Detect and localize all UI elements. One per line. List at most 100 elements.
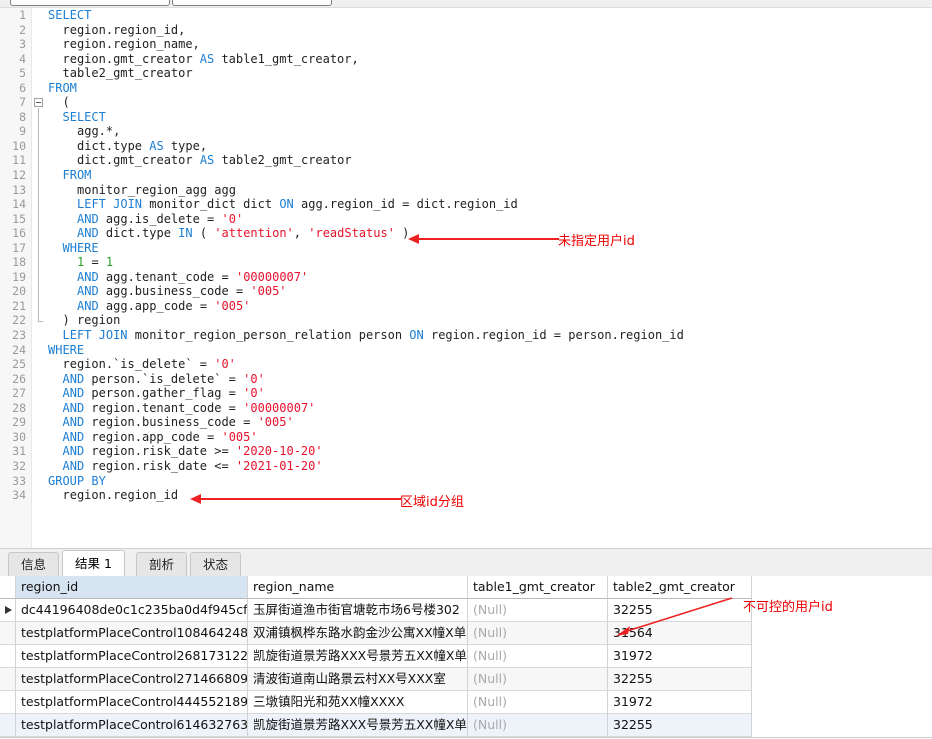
cell-table2_gmt_creator[interactable]: 32255: [608, 714, 752, 737]
code-token: SELECT: [62, 109, 106, 124]
code-token: AND: [62, 371, 85, 386]
line-number: 28: [12, 400, 26, 415]
code-line[interactable]: 29 AND region.business_code = '005': [0, 415, 932, 430]
code-token: agg.is_delete =: [98, 211, 222, 226]
code-line[interactable]: 1 SELECT: [0, 8, 932, 23]
cell-region_name[interactable]: 清波街道南山路景云村XX号XXX室: [248, 668, 468, 691]
tab-info[interactable]: 信息: [8, 552, 60, 577]
code-line[interactable]: 3 region.region_name,: [0, 37, 932, 52]
code-line[interactable]: 22) region: [0, 313, 932, 328]
row-marker[interactable]: [0, 622, 16, 645]
cell-region_name[interactable]: 三墩镇阳光和苑XX幢XXXX: [248, 691, 468, 714]
row-marker[interactable]: [0, 645, 16, 668]
cell-table1_gmt_creator[interactable]: (Null): [468, 668, 608, 691]
code-token: 'readStatus': [308, 226, 395, 241]
sql-editor[interactable]: 1 SELECT 2 region.region_id, 3 region.region_…: [0, 8, 932, 548]
line-number: 17: [12, 240, 26, 255]
code-line[interactable]: 18 1 = 1: [0, 255, 932, 270]
sql-code[interactable]: 1 SELECT 2 region.region_id, 3 region.region_…: [0, 8, 932, 503]
result-grid[interactable]: region_id region_name table1_gmt_creator ta…: [0, 576, 932, 739]
row-marker[interactable]: [0, 668, 16, 691]
code-line[interactable]: 12 FROM: [0, 168, 932, 183]
table-row[interactable]: testplatformPlaceControl444552189 三墩镇阳光和苑…: [0, 691, 752, 714]
row-marker[interactable]: [0, 714, 16, 737]
code-token: region.tenant_code =: [84, 400, 244, 415]
code-line-text: FROM: [48, 81, 77, 96]
cell-region_id[interactable]: testplatformPlaceControl444552189: [16, 691, 248, 714]
row-marker[interactable]: [0, 691, 16, 714]
column-header-region_id[interactable]: region_id: [16, 576, 248, 599]
table-row[interactable]: testplatformPlaceControl268173122 凯旋街道景芳路…: [0, 645, 752, 668]
code-token: WHERE: [48, 342, 85, 357]
tab-profile[interactable]: 剖析: [136, 552, 188, 577]
table-row[interactable]: testplatformPlaceControl271466809 清波街道南山路…: [0, 668, 752, 691]
code-token: monitor_dict dict: [142, 197, 280, 212]
cell-region_name[interactable]: 凯旋街道景芳路XXX号景芳五XX幢X单元: [248, 714, 468, 737]
tab-status[interactable]: 状态: [190, 552, 242, 577]
cell-table1_gmt_creator[interactable]: (Null): [468, 622, 608, 645]
code-line[interactable]: 32 AND region.risk_date <= '2021-01-20': [0, 459, 932, 474]
cell-region_id[interactable]: testplatformPlaceControl108464248: [16, 622, 248, 645]
code-line[interactable]: 33 GROUP BY: [0, 474, 932, 489]
code-line-text: AND region.business_code = '005': [63, 415, 294, 430]
code-line[interactable]: 28 AND region.tenant_code = '00000007': [0, 401, 932, 416]
line-number: 8: [19, 109, 26, 124]
code-line[interactable]: 31 AND region.risk_date >= '2020-10-20': [0, 444, 932, 459]
code-line[interactable]: 9 agg.*,: [0, 124, 932, 139]
annotation-arrow-head-2: [190, 494, 201, 504]
code-line[interactable]: 26 AND person.`is_delete` = '0': [0, 372, 932, 387]
line-number: 27: [12, 386, 26, 401]
column-header-region_name[interactable]: region_name: [248, 576, 468, 599]
toolbar-control-1[interactable]: [10, 0, 170, 6]
code-line[interactable]: 21 AND agg.app_code = '005': [0, 299, 932, 314]
code-token: ) region: [62, 313, 121, 328]
code-line[interactable]: 34 region.region_id: [0, 488, 932, 503]
cell-region_name[interactable]: 凯旋街道景芳路XXX号景芳五XX幢X单元: [248, 645, 468, 668]
code-line[interactable]: 23 LEFT JOIN monitor_region_person_relati…: [0, 328, 932, 343]
code-line[interactable]: 8 SELECT: [0, 110, 932, 125]
code-line[interactable]: 17 WHERE: [0, 241, 932, 256]
cell-region_id[interactable]: testplatformPlaceControl271466809: [16, 668, 248, 691]
cell-table2_gmt_creator[interactable]: 31972: [608, 691, 752, 714]
code-line-text: region.region_name,: [63, 37, 200, 52]
cell-table1_gmt_creator[interactable]: (Null): [468, 599, 608, 622]
cell-table1_gmt_creator[interactable]: (Null): [468, 714, 608, 737]
code-line[interactable]: 27 AND person.gather_flag = '0': [0, 386, 932, 401]
row-marker[interactable]: [0, 599, 16, 622]
code-line[interactable]: 4 region.gmt_creator AS table1_gmt_creato…: [0, 52, 932, 67]
cell-table1_gmt_creator[interactable]: (Null): [468, 691, 608, 714]
code-token: IN: [178, 226, 193, 241]
code-line[interactable]: 11 dict.gmt_creator AS table2_gmt_creator: [0, 153, 932, 168]
cell-table2_gmt_creator[interactable]: 32255: [608, 668, 752, 691]
code-line[interactable]: 19 AND agg.tenant_code = '00000007': [0, 270, 932, 285]
table-row[interactable]: testplatformPlaceControl614632763 凯旋街道景芳路…: [0, 714, 752, 737]
code-line[interactable]: 30 AND region.app_code = '005': [0, 430, 932, 445]
tab-result-1[interactable]: 结果 1: [62, 550, 125, 577]
code-line-text: GROUP BY: [48, 474, 106, 489]
code-line[interactable]: 2 region.region_id,: [0, 23, 932, 38]
toolbar-control-2[interactable]: [172, 0, 332, 6]
line-number: 11: [12, 153, 26, 168]
code-line[interactable]: 14 LEFT JOIN monitor_dict dict ON agg.reg…: [0, 197, 932, 212]
code-line[interactable]: 25 region.`is_delete` = '0': [0, 357, 932, 372]
code-line[interactable]: 7(: [0, 95, 932, 110]
code-fold-toggle[interactable]: [34, 97, 43, 107]
code-line[interactable]: 13 monitor_region_agg agg: [0, 183, 932, 198]
cell-region_name[interactable]: 玉屏街道渔市街官塘乾市场6号楼302: [248, 599, 468, 622]
cell-region_id[interactable]: testplatformPlaceControl614632763: [16, 714, 248, 737]
line-number: 30: [12, 429, 26, 444]
cell-table1_gmt_creator[interactable]: (Null): [468, 645, 608, 668]
code-line[interactable]: 5 table2_gmt_creator: [0, 66, 932, 81]
code-line[interactable]: 20 AND agg.business_code = '005': [0, 284, 932, 299]
cell-region_id[interactable]: dc44196408de0c1c235ba0d4f945cfdf: [16, 599, 248, 622]
column-header-table1_gmt_creator[interactable]: table1_gmt_creator: [468, 576, 608, 599]
code-line[interactable]: 24 WHERE: [0, 343, 932, 358]
cell-region_id[interactable]: testplatformPlaceControl268173122: [16, 645, 248, 668]
code-token: AND: [62, 400, 85, 415]
code-line[interactable]: 15 AND agg.is_delete = '0': [0, 212, 932, 227]
code-line[interactable]: 6 FROM: [0, 81, 932, 96]
code-line[interactable]: 10 dict.type AS type,: [0, 139, 932, 154]
result-tab-bar[interactable]: 信息 结果 1 剖析 状态: [0, 548, 932, 577]
cell-table2_gmt_creator[interactable]: 31972: [608, 645, 752, 668]
cell-region_name[interactable]: 双浦镇枫桦东路水韵金沙公寓XX幢X单元: [248, 622, 468, 645]
